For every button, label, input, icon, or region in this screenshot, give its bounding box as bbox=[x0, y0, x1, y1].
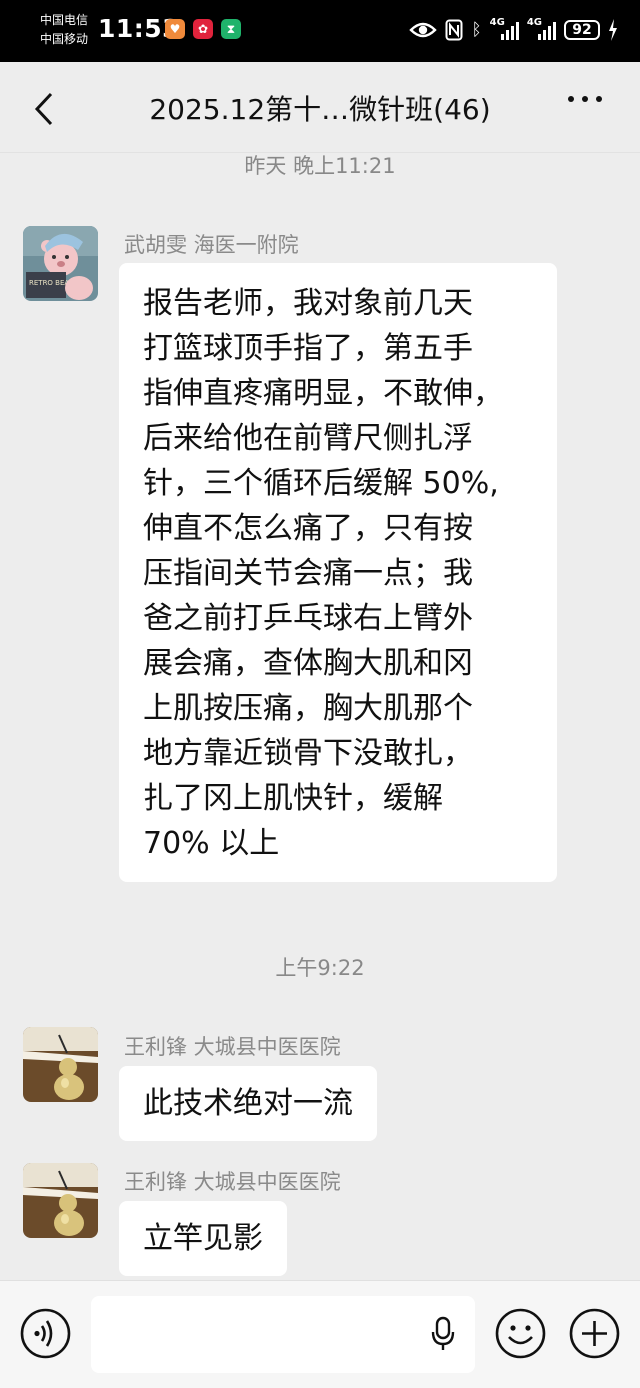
chat-header: 2025.12第十…微针班(46) bbox=[0, 62, 640, 153]
message-line: 上肌按压痛，胸大肌那个 bbox=[143, 691, 473, 726]
message-line: 爸之前打乒乓球右上臂外 bbox=[143, 601, 473, 636]
message-line: 指伸直疼痛明显，不敢伸， bbox=[143, 376, 503, 411]
carrier-1: 中国电信 bbox=[40, 13, 89, 27]
network-type-2: 4G bbox=[526, 17, 542, 28]
add-icon[interactable] bbox=[569, 1308, 620, 1359]
avatar[interactable] bbox=[23, 1163, 98, 1238]
signal-2-icon: 4G bbox=[527, 16, 556, 44]
avatar[interactable]: RETRO BEAR bbox=[23, 226, 98, 301]
emoji-icon[interactable] bbox=[495, 1308, 546, 1359]
message-line: 扎了冈上肌快针，缓解 bbox=[143, 781, 443, 816]
more-dots-icon[interactable] bbox=[568, 96, 602, 102]
battery-level: 92 bbox=[564, 20, 600, 40]
message-bubble[interactable]: 立竿见影 bbox=[119, 1201, 287, 1276]
sender-name: 武胡雯 海医一附院 bbox=[124, 233, 299, 257]
timer-notification-icon: ⧗ bbox=[221, 19, 241, 39]
sender-name: 王利锋 大城县中医医院 bbox=[124, 1035, 341, 1059]
message-line: 后来给他在前臂尺侧扎浮 bbox=[143, 421, 473, 456]
message-line: 地方靠近锁骨下没敢扎， bbox=[143, 736, 473, 771]
message-line: 针，三个循环后缓解 50%, bbox=[143, 466, 499, 501]
chat-title[interactable]: 2025.12第十…微针班(46) bbox=[0, 88, 640, 128]
timestamp: 上午9:22 bbox=[275, 956, 365, 980]
huawei-notification-icon: ✿ bbox=[193, 19, 213, 39]
message-line: 伸直不怎么痛了，只有按 bbox=[143, 511, 473, 546]
message-line: 压指间关节会痛一点；我 bbox=[143, 556, 473, 591]
message-line: 报告老师，我对象前几天 bbox=[143, 286, 473, 321]
notification-icons: ♥ ✿ ⧗ bbox=[165, 19, 241, 39]
eye-icon bbox=[409, 22, 438, 38]
signal-1-icon: 4G bbox=[490, 16, 519, 44]
carrier-2: 中国移动 bbox=[40, 32, 89, 46]
app-notification-icon: ♥ bbox=[165, 19, 185, 39]
message-input[interactable] bbox=[91, 1296, 475, 1373]
nfc-icon bbox=[445, 19, 463, 41]
message-bubble[interactable]: 报告老师，我对象前几天 打篮球顶手指了，第五手 指伸直疼痛明显，不敢伸， 后来给… bbox=[119, 263, 557, 882]
message-line: 打篮球顶手指了，第五手 bbox=[143, 331, 473, 366]
message-line: 展会痛，查体胸大肌和冈 bbox=[143, 646, 473, 681]
network-type-1: 4G bbox=[489, 17, 505, 28]
charging-icon bbox=[609, 19, 617, 41]
message-bubble[interactable]: 此技术绝对一流 bbox=[119, 1066, 377, 1141]
message-line: 70% 以上 bbox=[143, 826, 280, 861]
system-status-icons: ᛒ 4G 4G 92 bbox=[409, 16, 618, 44]
voice-icon[interactable] bbox=[20, 1308, 71, 1359]
timestamp: 昨天 晚上11:21 bbox=[244, 154, 396, 178]
input-bar bbox=[0, 1280, 640, 1388]
carrier-info: 中国电信 中国移动 bbox=[40, 11, 88, 49]
avatar[interactable] bbox=[23, 1027, 98, 1102]
mic-icon[interactable] bbox=[431, 1316, 455, 1352]
status-bar: 中国电信 中国移动 11:53 ♥ ✿ ⧗ ᛒ 4G 4G 92 bbox=[0, 0, 640, 62]
sender-name: 王利锋 大城县中医医院 bbox=[124, 1170, 341, 1194]
bluetooth-icon: ᛒ bbox=[471, 20, 482, 40]
